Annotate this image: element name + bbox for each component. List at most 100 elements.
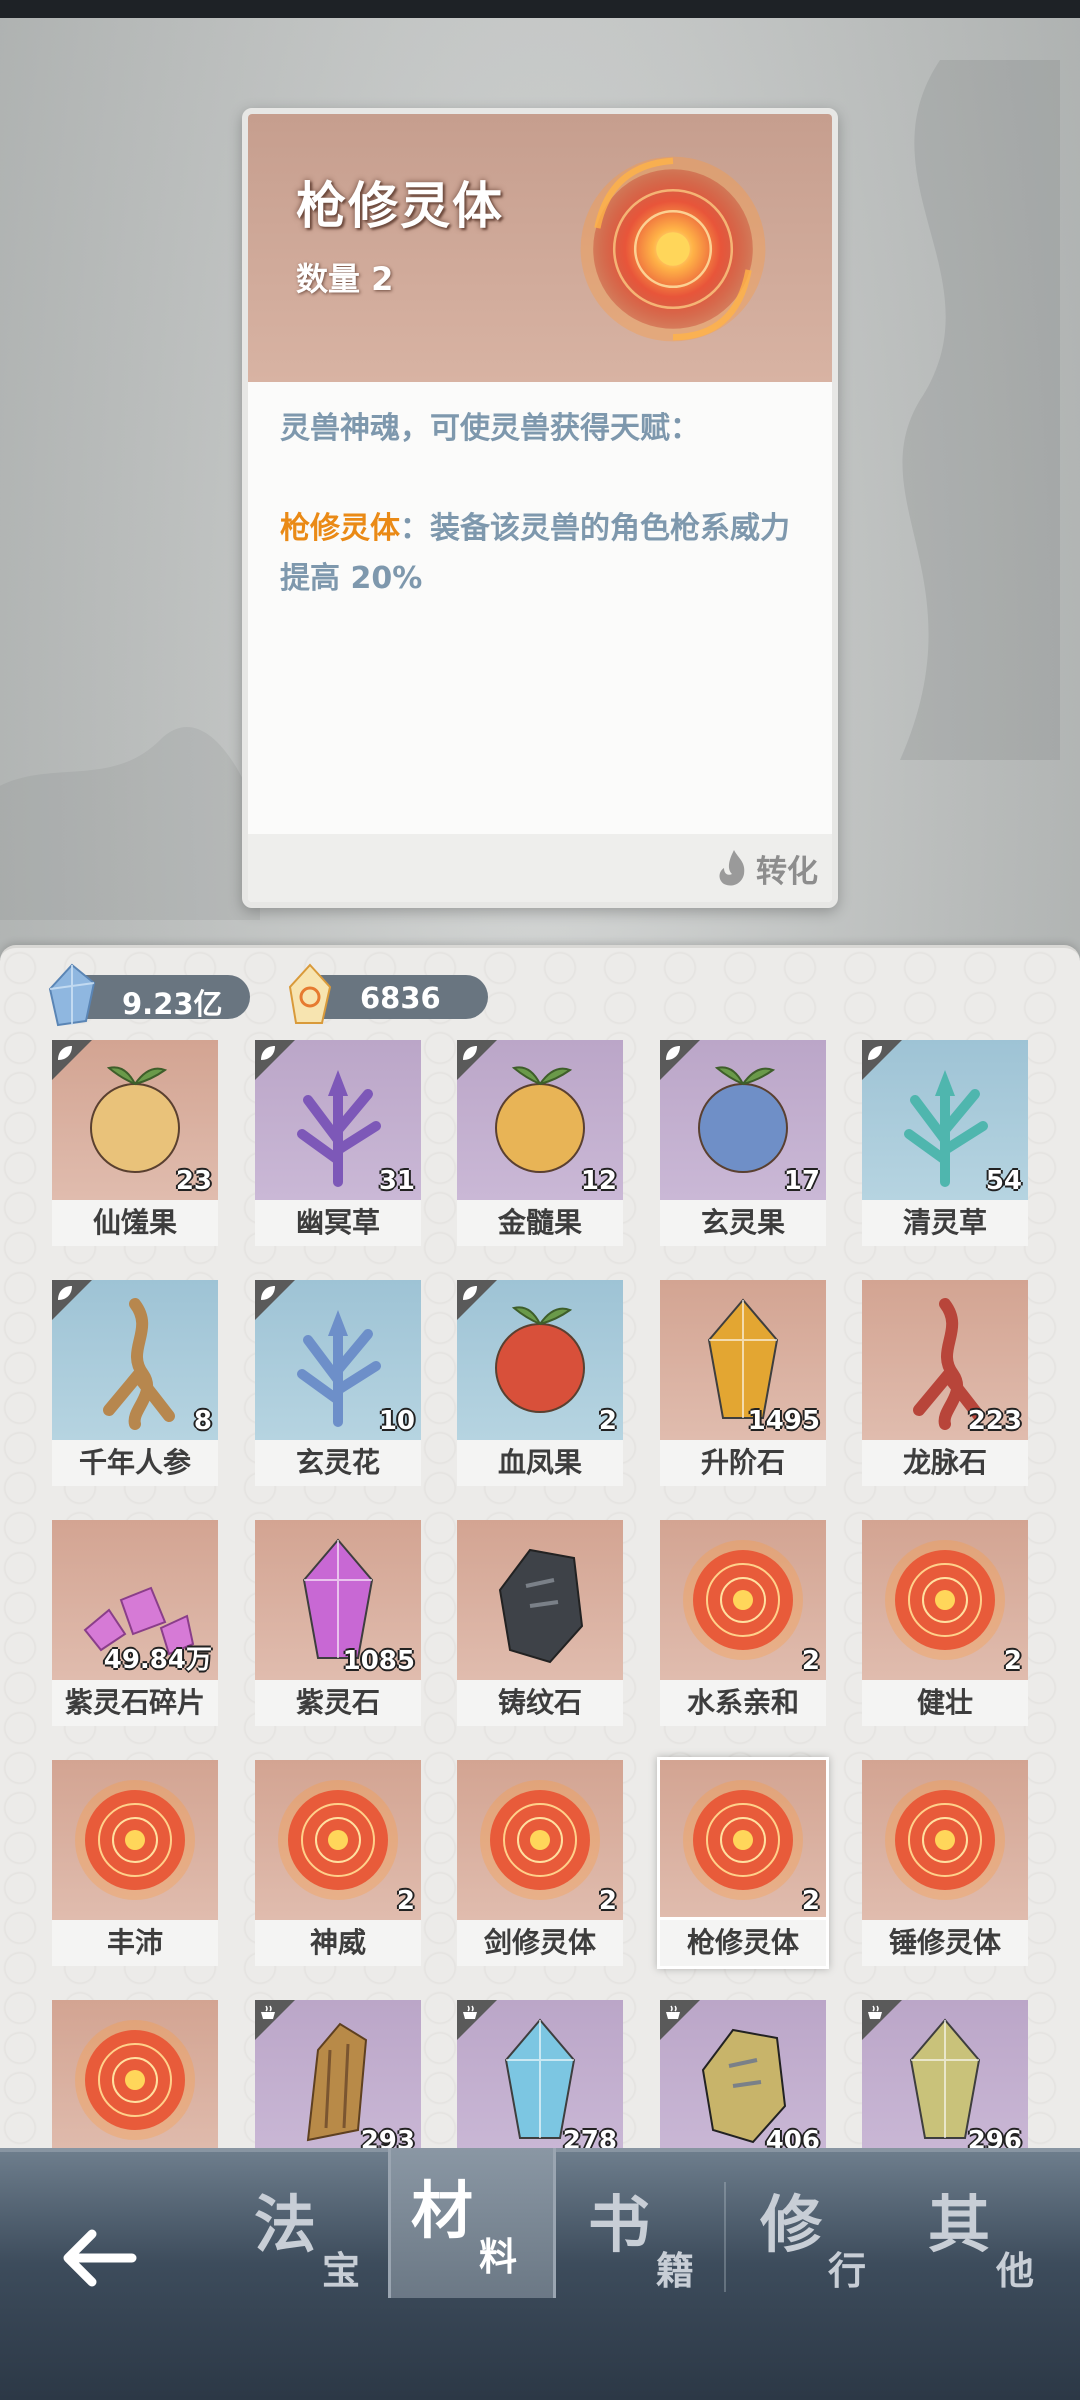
detail-footer: 转化 xyxy=(248,834,832,902)
item-tile: 2 xyxy=(660,1760,826,1920)
back-arrow-icon[interactable] xyxy=(52,2210,148,2306)
tab-main-char: 修 xyxy=(760,2188,823,2261)
item-count: 2 xyxy=(598,1886,617,1916)
item-count: 2 xyxy=(396,1886,415,1916)
item-fruit-icon xyxy=(495,1306,585,1413)
inventory-item[interactable]: 2 血凤果 xyxy=(457,1280,623,1486)
inventory-item[interactable]: 1495 升阶石 xyxy=(660,1280,826,1486)
item-orb-icon xyxy=(683,1540,803,1660)
tab-main-char: 材 xyxy=(411,2174,474,2247)
item-tile: 17 xyxy=(660,1040,826,1200)
tab-divider xyxy=(724,2182,726,2292)
inventory-item[interactable]: 铸纹石 xyxy=(457,1520,623,1726)
inventory-item[interactable]: 54 清灵草 xyxy=(862,1040,1028,1246)
inventory-item[interactable]: 2 健壮 xyxy=(862,1520,1028,1726)
item-orb-icon xyxy=(885,1540,1005,1660)
item-name: 清灵草 xyxy=(862,1200,1028,1246)
item-tile: 293 xyxy=(255,2000,421,2160)
item-count: 8 xyxy=(193,1406,212,1436)
tab-materials[interactable]: 材 料 xyxy=(388,2148,556,2298)
item-tile: 49.84万 xyxy=(52,1520,218,1680)
inventory-item[interactable]: 2 剑修灵体 xyxy=(457,1760,623,1966)
currency-gold-stone: 6836 xyxy=(288,963,488,1024)
item-tile: 1495 xyxy=(660,1280,826,1440)
inventory-item[interactable]: 2 神威 xyxy=(255,1760,421,1966)
tab-cultivation[interactable]: 修 行 xyxy=(740,2162,908,2312)
item-orb-icon xyxy=(885,1780,1005,1900)
item-tile: 8 xyxy=(52,1280,218,1440)
item-description: 灵兽神魂，可使灵兽获得天赋： 枪修灵体：装备该灵兽的角色枪系威力提高 20% xyxy=(280,404,810,604)
item-tile: 23 xyxy=(52,1040,218,1200)
tab-sub-char: 宝 xyxy=(322,2248,361,2293)
tab-treasure[interactable]: 法 宝 xyxy=(234,2162,402,2312)
item-tile: 10 xyxy=(255,1280,421,1440)
inventory-item[interactable]: 10 玄灵花 xyxy=(255,1280,421,1486)
inventory-item[interactable]: 17 玄灵果 xyxy=(660,1040,826,1246)
item-tile: 12 xyxy=(457,1040,623,1200)
inventory-item[interactable]: 丰沛 xyxy=(52,1760,218,1966)
convert-label: 转化 xyxy=(756,853,818,890)
item-tile xyxy=(862,1760,1028,1920)
inventory-item[interactable]: 23 仙馐果 xyxy=(52,1040,218,1246)
item-name: 升阶石 xyxy=(660,1440,826,1486)
item-count: 2 xyxy=(1003,1646,1022,1676)
item-count: 49.84万 xyxy=(103,1645,212,1675)
flame-icon xyxy=(719,850,745,886)
item-name: 千年人参 xyxy=(52,1440,218,1486)
talent-description: 枪修灵体：装备该灵兽的角色枪系威力提高 20% xyxy=(280,504,810,604)
item-name: 紫灵石碎片 xyxy=(52,1680,218,1726)
tab-sub-char: 行 xyxy=(828,2248,867,2293)
tab-main-char: 书 xyxy=(588,2188,651,2261)
item-name: 金髓果 xyxy=(457,1200,623,1246)
item-tile: 278 xyxy=(457,2000,623,2160)
item-name: 玄灵果 xyxy=(660,1200,826,1246)
item-tile: 2 xyxy=(457,1280,623,1440)
item-tile: 406 xyxy=(660,2000,826,2160)
gold-crystal-icon xyxy=(288,963,332,1024)
item-name: 龙脉石 xyxy=(862,1440,1028,1486)
tab-sub-char: 料 xyxy=(479,2234,518,2279)
inventory-item[interactable]: 8 千年人参 xyxy=(52,1280,218,1486)
item-tile xyxy=(457,1520,623,1680)
tab-main-char: 其 xyxy=(928,2188,991,2261)
item-tile: 2 xyxy=(862,1520,1028,1680)
inventory-item[interactable]: 223 龙脉石 xyxy=(862,1280,1028,1486)
inventory-item[interactable]: 31 幽冥草 xyxy=(255,1040,421,1246)
tab-other[interactable]: 其 他 xyxy=(908,2162,1076,2312)
blue-crystal-icon xyxy=(48,963,96,1027)
tab-books[interactable]: 书 籍 xyxy=(568,2162,736,2312)
item-tile: 2 xyxy=(255,1760,421,1920)
inventory-item[interactable]: 49.84万紫灵石碎片 xyxy=(52,1520,218,1726)
background-ink-cloud xyxy=(0,727,260,920)
item-name: 水系亲和 xyxy=(660,1680,826,1726)
convert-button[interactable]: 转化 xyxy=(688,842,818,894)
tab-sub-char: 他 xyxy=(996,2248,1035,2293)
item-quantity: 数量 2 xyxy=(296,260,394,298)
item-name: 玄灵花 xyxy=(255,1440,421,1486)
item-orb-icon xyxy=(75,2020,195,2140)
item-tile xyxy=(52,1760,218,1920)
item-detail-card: 枪修灵体 数量 2 灵兽神魂，可使灵兽获得天赋： 枪修灵体：装备该灵兽的角色枪系… xyxy=(242,108,838,908)
item-tile: 54 xyxy=(862,1040,1028,1200)
bottom-nav: 法 宝 材 料 书 籍 修 行 其 他 xyxy=(0,2148,1080,2400)
inventory-item[interactable]: 2 枪修灵体 xyxy=(660,1760,826,1966)
item-count: 2 xyxy=(801,1886,820,1916)
item-tile: 1085 xyxy=(255,1520,421,1680)
item-stone-icon xyxy=(498,1548,584,1664)
item-name: 锤修灵体 xyxy=(862,1920,1028,1966)
item-count: 223 xyxy=(967,1406,1022,1436)
description-line: 灵兽神魂，可使灵兽获得天赋： xyxy=(280,411,700,446)
inventory-item[interactable]: 2 水系亲和 xyxy=(660,1520,826,1726)
item-count: 1495 xyxy=(747,1406,820,1436)
detail-header: 枪修灵体 数量 2 xyxy=(248,114,832,382)
currency-spirit-stone: 9.23亿 xyxy=(48,963,250,1027)
inventory-item[interactable]: 1085 紫灵石 xyxy=(255,1520,421,1726)
item-orb-icon xyxy=(683,1780,803,1900)
item-count: 2 xyxy=(598,1406,617,1436)
item-tile: 296 xyxy=(862,2000,1028,2160)
item-orb-icon xyxy=(278,1780,398,1900)
inventory-item[interactable]: 12 金髓果 xyxy=(457,1040,623,1246)
item-orb-icon xyxy=(480,1780,600,1900)
item-name: 健壮 xyxy=(862,1680,1028,1726)
inventory-item[interactable]: 锤修灵体 xyxy=(862,1760,1028,1966)
